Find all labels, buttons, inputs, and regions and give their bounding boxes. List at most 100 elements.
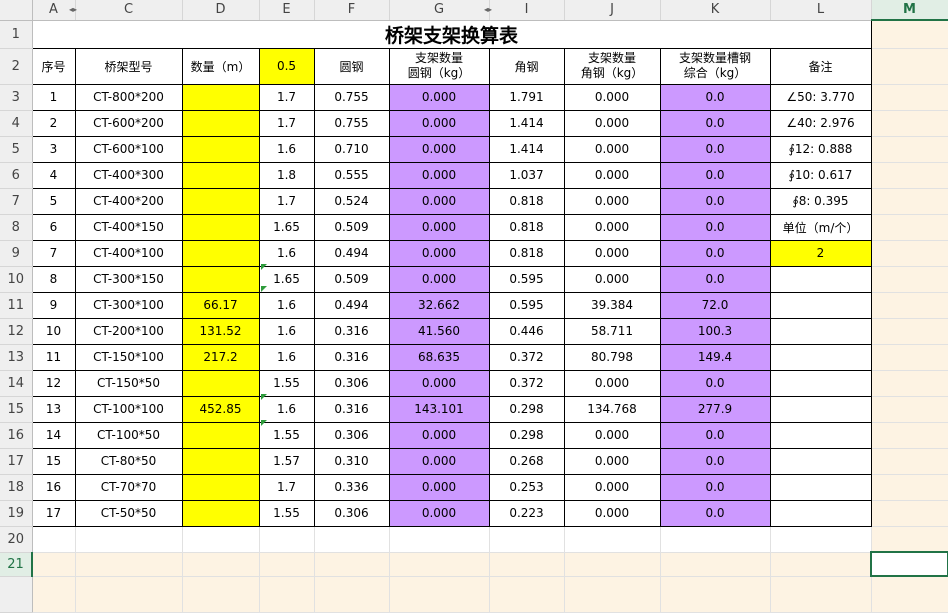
cell-remark[interactable]: 单位（m/个）: [769, 213, 872, 241]
cell-round-steel[interactable]: 0.336: [313, 473, 390, 501]
cell-m22[interactable]: [871, 576, 948, 613]
cell-seq[interactable]: 16: [31, 473, 76, 501]
cell-round-steel[interactable]: 0.316: [313, 343, 390, 371]
cell-angle-steel[interactable]: 0.372: [488, 343, 565, 371]
header-seq[interactable]: 序号: [31, 47, 76, 85]
cell-m[interactable]: [871, 266, 948, 293]
cell-round-qty[interactable]: 0.000: [388, 265, 490, 293]
cell-m[interactable]: [871, 344, 948, 371]
cell-seq[interactable]: 10: [31, 317, 76, 345]
cell-round-qty[interactable]: 0.000: [388, 499, 490, 527]
cell-seq[interactable]: 15: [31, 447, 76, 475]
cell-angle-qty[interactable]: 0.000: [563, 421, 661, 449]
cell-seq[interactable]: 4: [31, 161, 76, 189]
cell-channel-total[interactable]: 277.9: [659, 395, 771, 423]
cell-angle-qty[interactable]: 0.000: [563, 161, 661, 189]
cell-factor-e[interactable]: 1.6: [258, 239, 315, 267]
cell-empty[interactable]: [660, 552, 771, 577]
row-header-17[interactable]: 17: [0, 448, 33, 475]
cell-model[interactable]: CT-400*100: [74, 239, 183, 267]
row-header-12[interactable]: 12: [0, 318, 33, 345]
cell-round-steel[interactable]: 0.710: [313, 135, 390, 163]
cell-m20[interactable]: [871, 526, 948, 553]
cell-round-steel[interactable]: 0.509: [313, 213, 390, 241]
header-round-qty[interactable]: 支架数量 圆钢（kg）: [388, 47, 490, 85]
cell-channel-total[interactable]: 0.0: [659, 83, 771, 111]
cell-qty[interactable]: 66.17: [181, 291, 260, 319]
cell-empty[interactable]: [660, 526, 771, 553]
cell-round-steel[interactable]: 0.316: [313, 395, 390, 423]
cell-empty[interactable]: [182, 552, 260, 577]
cell-model[interactable]: CT-200*100: [74, 317, 183, 345]
row-header-18[interactable]: 18: [0, 474, 33, 501]
cell-remark[interactable]: ∠50: 3.770: [769, 83, 872, 111]
cell-angle-qty[interactable]: 134.768: [563, 395, 661, 423]
cell-remark[interactable]: [769, 473, 872, 501]
cell-channel-total[interactable]: 0.0: [659, 447, 771, 475]
cell-round-qty[interactable]: 0.000: [388, 187, 490, 215]
row-header-15[interactable]: 15: [0, 396, 33, 423]
cell-channel-total[interactable]: 149.4: [659, 343, 771, 371]
cell-channel-total[interactable]: 0.0: [659, 473, 771, 501]
cell-round-steel[interactable]: 0.524: [313, 187, 390, 215]
cell-m[interactable]: [871, 188, 948, 215]
cell-remark[interactable]: [769, 343, 872, 371]
cell-seq[interactable]: 13: [31, 395, 76, 423]
cell-angle-qty[interactable]: 0.000: [563, 473, 661, 501]
cell-empty[interactable]: [32, 552, 76, 577]
cell-angle-steel[interactable]: 0.446: [488, 317, 565, 345]
cell-channel-total[interactable]: 0.0: [659, 239, 771, 267]
cell-m[interactable]: [871, 84, 948, 111]
cell-empty[interactable]: [389, 552, 490, 577]
cell-angle-steel[interactable]: 1.414: [488, 109, 565, 137]
cell-channel-total[interactable]: 0.0: [659, 187, 771, 215]
cell-empty[interactable]: [770, 552, 872, 577]
cell-m[interactable]: [871, 110, 948, 137]
cell-qty[interactable]: [181, 161, 260, 189]
cell-angle-qty[interactable]: 0.000: [563, 265, 661, 293]
cell-empty[interactable]: [259, 552, 315, 577]
cell-round-qty[interactable]: 0.000: [388, 109, 490, 137]
cell-m1[interactable]: [871, 20, 948, 49]
cell-seq[interactable]: 5: [31, 187, 76, 215]
cell-model[interactable]: CT-300*150: [74, 265, 183, 293]
cell-round-steel[interactable]: 0.310: [313, 447, 390, 475]
column-header-i[interactable]: I: [489, 0, 565, 21]
cell-factor-e[interactable]: 1.6: [258, 317, 315, 345]
cell-remark[interactable]: [769, 499, 872, 527]
column-header-e[interactable]: E: [259, 0, 315, 21]
cell-round-qty[interactable]: 143.101: [388, 395, 490, 423]
row-header-21[interactable]: 21: [0, 552, 33, 577]
cell-empty[interactable]: [770, 576, 872, 613]
cell-angle-steel[interactable]: 0.298: [488, 421, 565, 449]
column-header-m[interactable]: M: [871, 0, 948, 21]
cell-round-qty[interactable]: 68.635: [388, 343, 490, 371]
cell-angle-steel[interactable]: 1.791: [488, 83, 565, 111]
cell-round-qty[interactable]: 0.000: [388, 421, 490, 449]
row-header-9[interactable]: 9: [0, 240, 33, 267]
row-header-19[interactable]: 19: [0, 500, 33, 527]
cell-seq[interactable]: 6: [31, 213, 76, 241]
row-header-7[interactable]: 7: [0, 188, 33, 215]
cell-angle-steel[interactable]: 0.818: [488, 239, 565, 267]
cell-round-qty[interactable]: 0.000: [388, 369, 490, 397]
sheet-title-cell[interactable]: 桥架支架换算表: [31, 19, 872, 49]
column-header-l[interactable]: L: [770, 0, 872, 21]
cell-empty[interactable]: [259, 526, 315, 553]
cell-empty[interactable]: [564, 552, 661, 577]
cell-angle-steel[interactable]: 0.253: [488, 473, 565, 501]
cell-angle-qty[interactable]: 0.000: [563, 109, 661, 137]
cell-angle-qty[interactable]: 0.000: [563, 83, 661, 111]
cell-qty[interactable]: [181, 83, 260, 111]
cell-round-qty[interactable]: 0.000: [388, 213, 490, 241]
cell-factor-e[interactable]: 1.55: [258, 421, 315, 449]
row-header-8[interactable]: 8: [0, 214, 33, 241]
row-header-5[interactable]: 5: [0, 136, 33, 163]
cell-m[interactable]: [871, 240, 948, 267]
cell-seq[interactable]: 9: [31, 291, 76, 319]
cell-round-steel[interactable]: 0.755: [313, 83, 390, 111]
cell-qty[interactable]: 131.52: [181, 317, 260, 345]
cell-m2[interactable]: [871, 48, 948, 85]
cell-factor-e[interactable]: 1.6: [258, 135, 315, 163]
cell-factor-e[interactable]: 1.65: [258, 213, 315, 241]
